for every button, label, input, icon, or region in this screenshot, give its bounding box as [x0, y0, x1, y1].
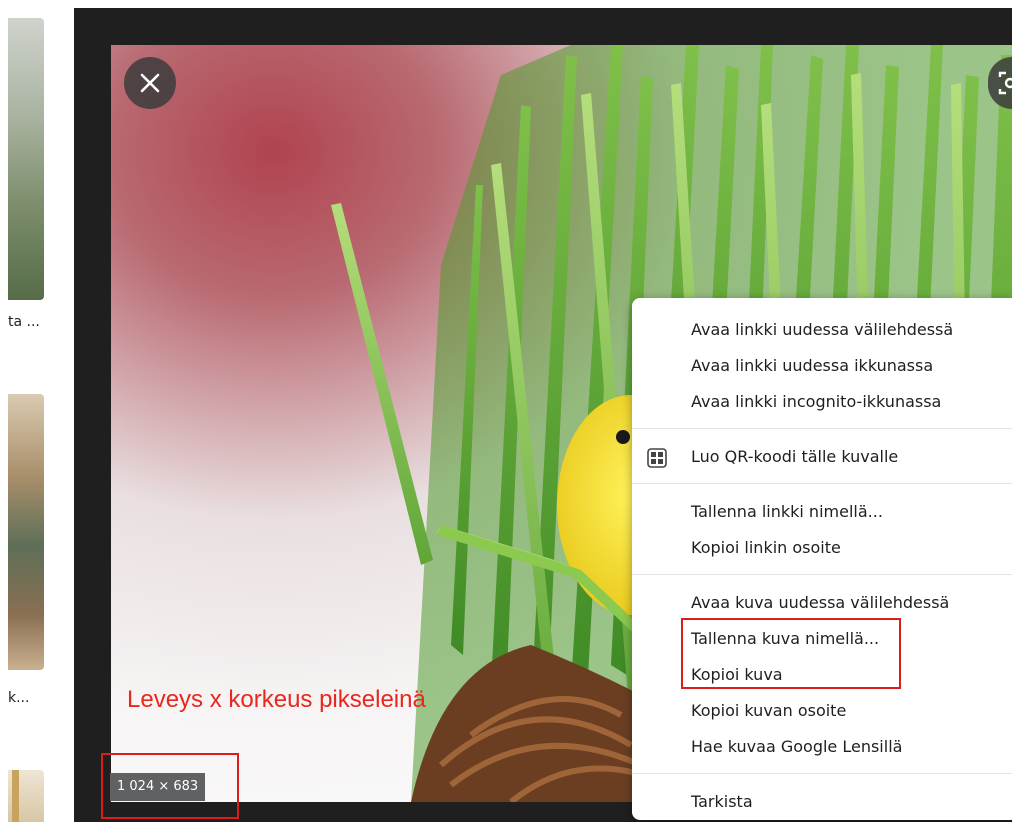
menu-separator	[632, 483, 1012, 484]
menu-item-label: Luo QR-koodi tälle kuvalle	[691, 447, 899, 466]
menu-inspect[interactable]: Tarkista	[632, 784, 1012, 820]
menu-open-image-new-tab[interactable]: Avaa kuva uudessa välilehdessä	[632, 585, 1012, 621]
search-results-strip: ta ... k...	[0, 0, 74, 822]
menu-open-link-incognito[interactable]: Avaa linkki incognito-ikkunassa	[632, 384, 1012, 420]
menu-separator	[632, 574, 1012, 575]
menu-separator	[632, 773, 1012, 774]
menu-copy-link-address[interactable]: Kopioi linkin osoite	[632, 530, 1012, 566]
qr-code-icon	[647, 448, 667, 468]
menu-copy-image-address[interactable]: Kopioi kuvan osoite	[632, 693, 1012, 729]
annotation-label: Leveys x korkeus pikseleinä	[127, 686, 426, 713]
menu-open-link-new-tab[interactable]: Avaa linkki uudessa välilehdessä	[632, 312, 1012, 348]
menu-separator	[632, 428, 1012, 429]
annotation-highlight-dimensions	[101, 753, 239, 819]
menu-create-qr-code[interactable]: Luo QR-koodi tälle kuvalle	[632, 439, 1012, 475]
result-thumbnail[interactable]	[8, 394, 44, 670]
context-menu: Avaa linkki uudessa välilehdessä Avaa li…	[632, 298, 1012, 820]
close-button[interactable]	[124, 57, 176, 109]
result-thumbnail[interactable]	[8, 770, 44, 822]
lens-icon	[998, 71, 1012, 95]
menu-save-link-as[interactable]: Tallenna linkki nimellä...	[632, 494, 1012, 530]
result-caption[interactable]: ta ...	[8, 314, 40, 330]
menu-open-link-new-window[interactable]: Avaa linkki uudessa ikkunassa	[632, 348, 1012, 384]
result-thumbnail[interactable]	[8, 18, 44, 300]
close-icon	[140, 73, 160, 93]
annotation-highlight-menu	[681, 618, 901, 689]
result-caption[interactable]: k...	[8, 690, 29, 706]
menu-search-google-lens[interactable]: Hae kuvaa Google Lensillä	[632, 729, 1012, 765]
